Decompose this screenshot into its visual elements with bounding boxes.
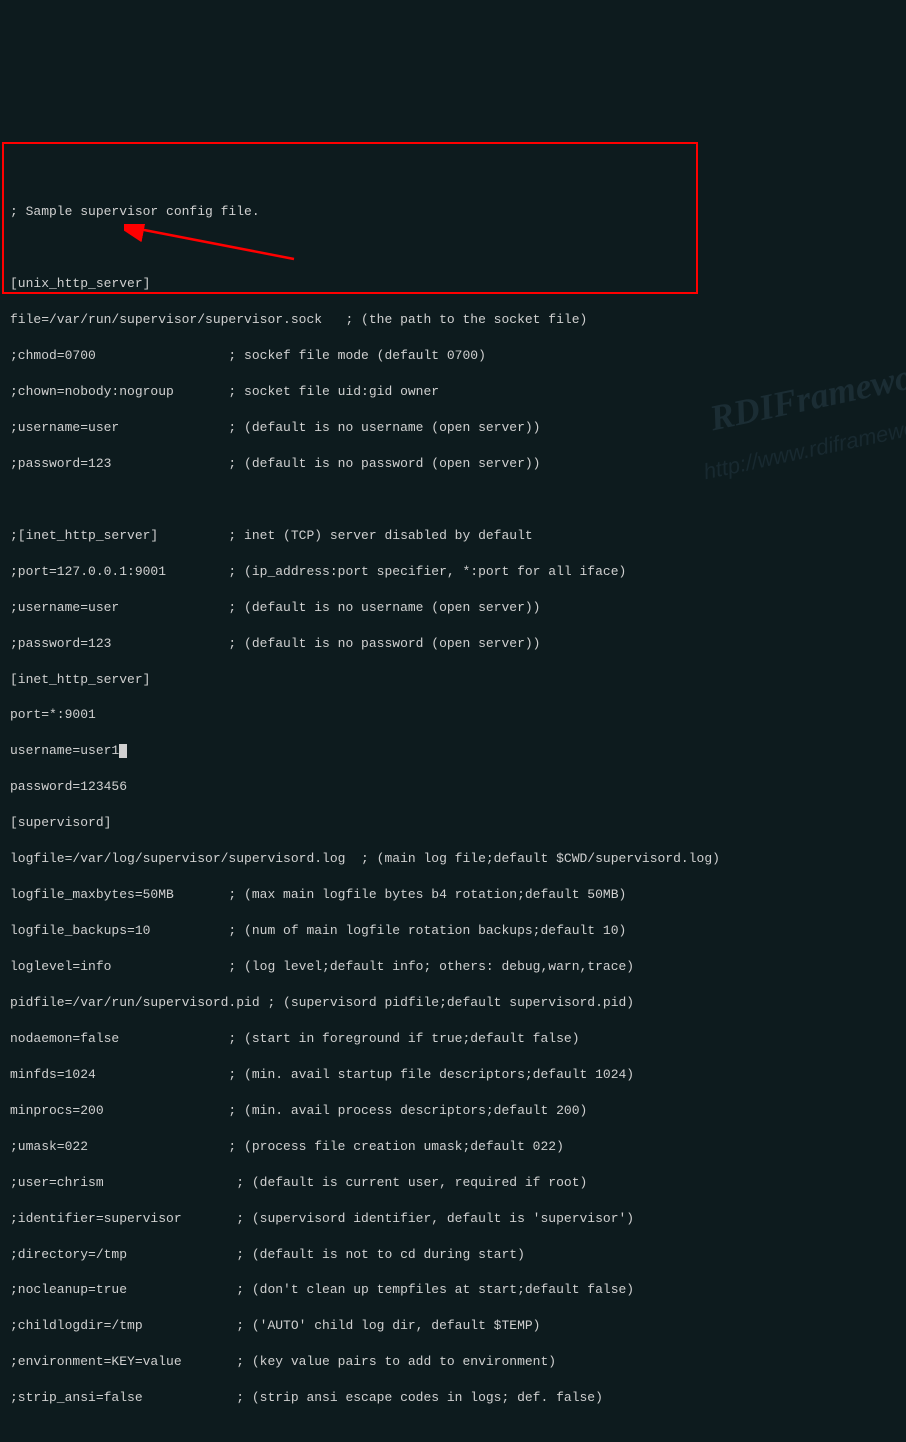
config-line: ;[inet_http_server] ; inet (TCP) server … [10,527,896,545]
config-line: ;user=chrism ; (default is current user,… [10,1174,896,1192]
config-line: pidfile=/var/run/supervisord.pid ; (supe… [10,994,896,1012]
config-line: ;identifier=supervisor ; (supervisord id… [10,1210,896,1228]
config-line: ; Sample supervisor config file. [10,203,896,221]
config-line: [inet_http_server] [10,671,896,689]
config-line: ;strip_ansi=false ; (strip ansi escape c… [10,1389,896,1407]
config-line: nodaemon=false ; (start in foreground if… [10,1030,896,1048]
config-line: ;password=123 ; (default is no password … [10,455,896,473]
config-line: loglevel=info ; (log level;default info;… [10,958,896,976]
config-text: username=user1 [10,743,119,758]
config-line: [supervisord] [10,814,896,832]
watermark-url: http://www.rdiframework.ne [700,403,906,488]
config-line: ;umask=022 ; (process file creation umas… [10,1138,896,1156]
text-cursor [119,744,127,758]
config-line: ;nocleanup=true ; (don't clean up tempfi… [10,1281,896,1299]
config-line [10,239,896,257]
config-line: logfile_backups=10 ; (num of main logfil… [10,922,896,940]
config-line: ;environment=KEY=value ; (key value pair… [10,1353,896,1371]
config-line: logfile_maxbytes=50MB ; (max main logfil… [10,886,896,904]
config-line: minfds=1024 ; (min. avail startup file d… [10,1066,896,1084]
config-line: file=/var/run/supervisor/supervisor.sock… [10,311,896,329]
config-line [10,491,896,509]
config-line: ;childlogdir=/tmp ; ('AUTO' child log di… [10,1317,896,1335]
config-line: ;password=123 ; (default is no password … [10,635,896,653]
config-line: password=123456 [10,778,896,796]
config-line: ;port=127.0.0.1:9001 ; (ip_address:port … [10,563,896,581]
config-line: ;chmod=0700 ; sockef file mode (default … [10,347,896,365]
config-line: ;username=user ; (default is no username… [10,419,896,437]
config-line: ;directory=/tmp ; (default is not to cd … [10,1246,896,1264]
config-line: logfile=/var/log/supervisor/supervisord.… [10,850,896,868]
config-line: [unix_http_server] [10,275,896,293]
config-line [10,1425,896,1442]
config-line: ;username=user ; (default is no username… [10,599,896,617]
config-line: ;chown=nobody:nogroup ; socket file uid:… [10,383,896,401]
config-line: minprocs=200 ; (min. avail process descr… [10,1102,896,1120]
config-line-cursor: username=user1 [10,742,896,760]
config-line: port=*:9001 [10,706,896,724]
